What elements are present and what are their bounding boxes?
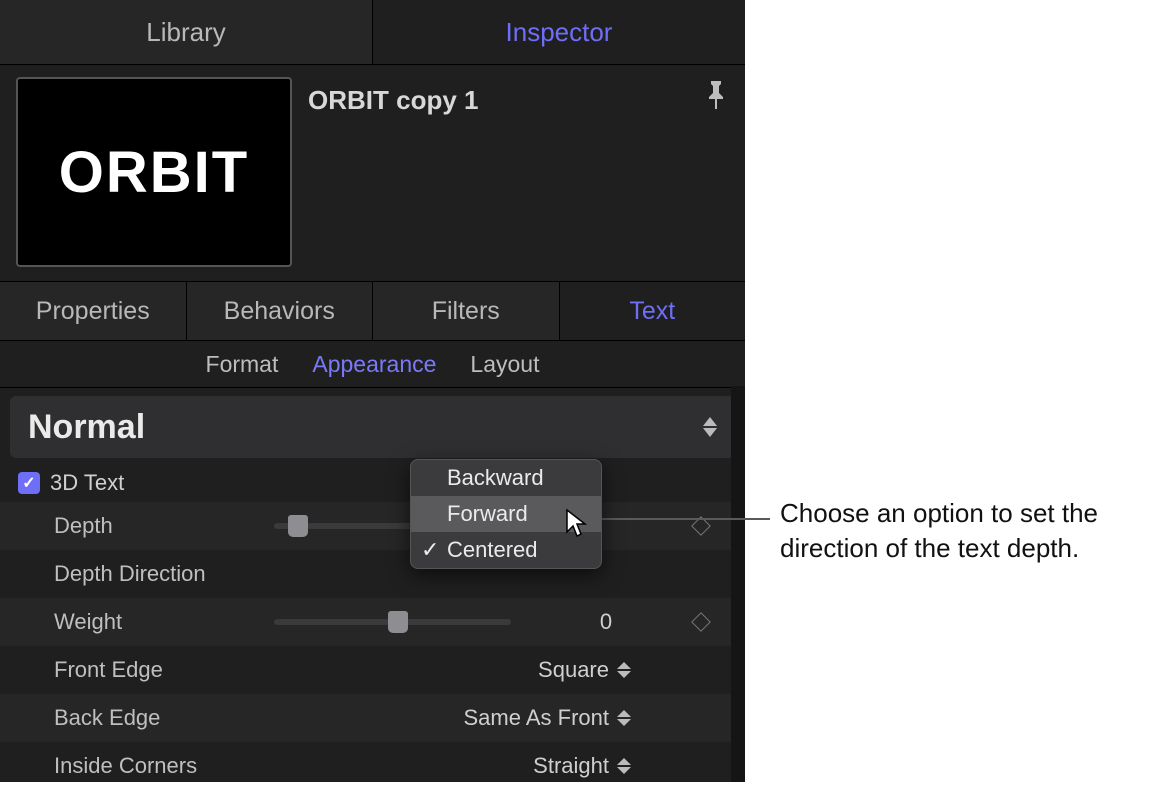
annotation-text: Choose an option to set the direction of… (780, 496, 1130, 566)
inspector-header: ORBIT ORBIT copy 1 (0, 65, 745, 267)
slider-weight[interactable] (274, 619, 511, 625)
slider-thumb-icon (388, 611, 408, 633)
row-inside-corners: Inside Corners Straight (0, 742, 745, 790)
cursor-icon (565, 508, 591, 543)
style-preset-label: Normal (28, 408, 145, 447)
popup-stepper-icon (703, 417, 717, 437)
label-inside-corners: Inside Corners (54, 753, 254, 779)
segment-layout[interactable]: Layout (470, 351, 539, 378)
select-back-edge[interactable]: Same As Front (254, 705, 721, 731)
row-front-edge: Front Edge Square (0, 646, 745, 694)
value-front-edge: Square (538, 657, 609, 683)
select-front-edge[interactable]: Square (254, 657, 721, 683)
row-weight: Weight 0 (0, 598, 745, 646)
slider-thumb-icon (288, 515, 308, 537)
annotation-line (600, 518, 770, 520)
style-preset-popup[interactable]: Normal (10, 396, 735, 458)
row-depth-direction: Depth Direction (0, 550, 745, 598)
sub-tab-bar: Properties Behaviors Filters Text (0, 281, 745, 341)
row-back-edge: Back Edge Same As Front (0, 694, 745, 742)
top-tab-bar: Library Inspector (0, 0, 745, 65)
value-back-edge: Same As Front (463, 705, 609, 731)
label-weight: Weight (54, 609, 254, 635)
keyframe-depth[interactable] (681, 519, 721, 533)
tab-behaviors[interactable]: Behaviors (187, 282, 374, 340)
object-thumbnail: ORBIT (16, 77, 292, 267)
keyframe-weight[interactable] (681, 615, 721, 629)
segment-format[interactable]: Format (206, 351, 279, 378)
scrollbar[interactable] (731, 386, 745, 782)
tab-text[interactable]: Text (560, 282, 746, 340)
section-3d-text-label: 3D Text (50, 470, 124, 496)
label-depth: Depth (54, 513, 254, 539)
chevron-updown-icon (617, 710, 631, 726)
value-inside-corners: Straight (533, 753, 609, 779)
pin-icon[interactable] (705, 81, 727, 114)
value-weight[interactable]: 0 (531, 609, 681, 635)
thumbnail-text: ORBIT (59, 139, 249, 206)
chevron-updown-icon (617, 662, 631, 678)
menu-item-centered-label: Centered (447, 537, 538, 563)
segment-appearance[interactable]: Appearance (312, 351, 436, 378)
tab-inspector[interactable]: Inspector (373, 0, 745, 64)
inspector-panel: Library Inspector ORBIT ORBIT copy 1 Pro… (0, 0, 745, 782)
section-3d-text: ✓ 3D Text (0, 458, 745, 502)
text-segmented-control: Format Appearance Layout (0, 341, 745, 388)
row-depth: Depth (0, 502, 745, 550)
tab-filters[interactable]: Filters (373, 282, 560, 340)
label-depth-direction: Depth Direction (54, 561, 254, 587)
checkbox-3d-text[interactable]: ✓ (18, 472, 40, 494)
tab-library[interactable]: Library (0, 0, 372, 64)
label-front-edge: Front Edge (54, 657, 254, 683)
checkmark-icon: ✓ (421, 537, 439, 563)
label-back-edge: Back Edge (54, 705, 254, 731)
parameter-list: Depth Depth Direction Weight 0 (0, 502, 745, 790)
object-title: ORBIT copy 1 (308, 77, 478, 267)
tab-properties[interactable]: Properties (0, 282, 187, 340)
menu-item-backward[interactable]: Backward (411, 460, 601, 496)
chevron-updown-icon (617, 758, 631, 774)
select-inside-corners[interactable]: Straight (254, 753, 721, 779)
